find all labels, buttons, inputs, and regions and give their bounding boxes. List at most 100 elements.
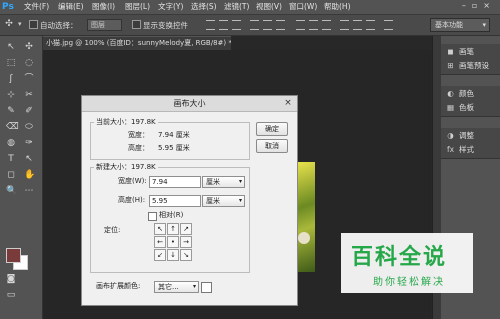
align-right-icon[interactable] [276, 20, 285, 30]
extension-color-swatch[interactable] [201, 282, 212, 293]
anchor-top-left[interactable]: ↖ [154, 223, 166, 235]
ok-button[interactable]: 确定 [256, 122, 288, 136]
quick-mask-icon[interactable]: ◙ [6, 274, 16, 284]
extension-color-select[interactable]: 其它... ▾ [154, 281, 199, 293]
color-panel-icon: ◐ [447, 89, 454, 98]
panel-group-adjust: ◑ 调整 fx 样式 [441, 128, 500, 159]
distribute-top-icon[interactable] [296, 20, 305, 30]
align-bottom-icon[interactable] [232, 20, 241, 30]
new-height-unit-value: 厘米 [206, 197, 220, 205]
menu-filter[interactable]: 滤镜(T) [224, 2, 249, 12]
distribute-bottom-icon[interactable] [322, 20, 331, 30]
pen-tool-icon[interactable]: ✑ [24, 138, 34, 148]
anchor-top-right[interactable]: ↗ [180, 223, 192, 235]
anchor-grid: ↖ ↑ ↗ ← • → ↙ ↓ ↘ [154, 223, 196, 265]
preset-dropdown-icon[interactable]: ▾ [18, 20, 22, 28]
close-icon[interactable]: × [283, 98, 293, 108]
eraser-tool-icon[interactable]: ⌫ [6, 122, 19, 132]
panel-brush-presets[interactable]: ⊞ 画笔预设 [445, 60, 489, 72]
swatches-panel-icon: ▦ [446, 103, 455, 112]
relative-checkbox[interactable] [148, 212, 157, 221]
type-tool-icon[interactable]: T [6, 154, 16, 164]
menu-bar: Ps 文件(F) 编辑(E) 图像(I) 图层(L) 文字(Y) 选择(S) 滤… [0, 0, 500, 15]
menu-type[interactable]: 文字(Y) [158, 2, 183, 12]
new-height-input[interactable]: 5.95 [149, 195, 201, 207]
more-tools-icon[interactable]: ⋯ [24, 186, 34, 196]
current-width-value: 7.94 厘米 [158, 131, 190, 139]
foreground-color-swatch[interactable] [6, 248, 21, 263]
panel-styles[interactable]: fx 样式 [445, 144, 474, 156]
panel-swatches[interactable]: ▦ 色板 [445, 102, 474, 114]
panel-styles-label: 样式 [459, 145, 474, 154]
brush-tool-icon[interactable]: ✐ [24, 106, 34, 116]
anchor-right[interactable]: → [180, 236, 192, 248]
anchor-bottom-right[interactable]: ↘ [180, 249, 192, 261]
chevron-down-icon: ▾ [192, 283, 196, 290]
shape-tool-icon[interactable]: ◻ [6, 170, 16, 180]
screen-mode-icon[interactable]: ▭ [6, 290, 16, 300]
show-transform-checkbox[interactable] [132, 20, 141, 29]
menu-window[interactable]: 窗口(W) [289, 2, 317, 12]
align-vcenter-icon[interactable] [219, 20, 228, 30]
auto-align-icon[interactable] [384, 20, 393, 30]
new-height-unit-select[interactable]: 厘米 ▾ [202, 195, 245, 207]
photoshop-logo-icon: Ps [2, 2, 14, 12]
panel-adjustments[interactable]: ◑ 调整 [445, 130, 474, 142]
quick-select-tool-icon[interactable]: ʃ [6, 74, 16, 84]
brush-presets-icon: ⊞ [447, 61, 454, 70]
new-width-unit-select[interactable]: 厘米 ▾ [202, 176, 245, 188]
move-tool-icon[interactable]: ↖ [6, 42, 16, 52]
new-size-label: 新建大小：197.8K [94, 162, 158, 172]
gradient-tool-icon[interactable]: ⬭ [24, 122, 34, 132]
lasso-tool-icon[interactable]: ◌ [24, 58, 34, 68]
panel-brush[interactable]: ◼ 画笔 [445, 46, 474, 58]
new-width-unit-value: 厘米 [206, 178, 220, 186]
healing-brush-tool-icon[interactable]: ✎ [6, 106, 16, 116]
auto-select-checkbox[interactable] [29, 20, 38, 29]
panel-brush-label: 画笔 [459, 47, 474, 56]
menu-help[interactable]: 帮助(H) [324, 2, 351, 12]
window-controls[interactable]: –▫× [462, 1, 496, 10]
menu-file[interactable]: 文件(F) [24, 2, 49, 12]
move-tool-preset-icon[interactable]: ✣ [4, 19, 14, 29]
path-select-tool-icon[interactable]: ↖ [24, 154, 34, 164]
new-width-input[interactable]: 7.94 [149, 176, 201, 188]
anchor-top[interactable]: ↑ [167, 223, 179, 235]
anchor-center[interactable]: • [167, 236, 179, 248]
distribute-hcenter-icon[interactable] [353, 20, 362, 30]
marquee-tool-icon[interactable]: ⬚ [6, 58, 16, 68]
slice-tool-icon[interactable]: ✂ [24, 90, 34, 100]
menu-select[interactable]: 选择(S) [191, 2, 217, 12]
anchor-bottom[interactable]: ↓ [167, 249, 179, 261]
panel-group-brush: ◼ 画笔 ⊞ 画笔预设 [441, 44, 500, 75]
watermark-sub-text: 助你轻松解决 [373, 277, 445, 288]
distribute-left-icon[interactable] [340, 20, 349, 30]
menu-edit[interactable]: 编辑(E) [58, 2, 84, 12]
distribute-vcenter-icon[interactable] [309, 20, 318, 30]
crop-tool-icon[interactable]: ⌒ [24, 74, 34, 84]
hand-tool-icon[interactable]: ✋ [24, 170, 35, 180]
cancel-button[interactable]: 取消 [256, 139, 288, 153]
current-height-label: 高度： [128, 144, 149, 152]
chevron-down-icon: ▾ [238, 178, 242, 185]
document-tab[interactable]: 小猫.jpg @ 100% (百度ID：sunnyMelody夏, RGB/8#… [43, 36, 231, 50]
distribute-right-icon[interactable] [366, 20, 375, 30]
adjustments-panel-icon: ◑ [447, 131, 454, 140]
menu-view[interactable]: 视图(V) [256, 2, 282, 12]
eyedropper-tool-icon[interactable]: ⊹ [6, 90, 16, 100]
panel-color[interactable]: ◐ 颜色 [445, 88, 474, 100]
menu-layer[interactable]: 图层(L) [125, 2, 150, 12]
align-left-icon[interactable] [250, 20, 259, 30]
auto-select-dropdown[interactable]: 图层 [87, 19, 122, 31]
blur-tool-icon[interactable]: ◍ [6, 138, 16, 148]
options-bar: ✣ ▾ 自动选择： 图层 显示变换控件 基本功能 ▾ [0, 15, 500, 36]
relative-label: 相对(R) [159, 211, 184, 219]
menu-image[interactable]: 图像(I) [92, 2, 115, 12]
workspace-switcher[interactable]: 基本功能 ▾ [430, 18, 490, 32]
artboard-tool-icon[interactable]: ✣ [24, 42, 34, 52]
anchor-bottom-left[interactable]: ↙ [154, 249, 166, 261]
anchor-left[interactable]: ← [154, 236, 166, 248]
align-top-icon[interactable] [206, 20, 215, 30]
align-hcenter-icon[interactable] [263, 20, 272, 30]
zoom-tool-icon[interactable]: 🔍 [6, 186, 17, 196]
